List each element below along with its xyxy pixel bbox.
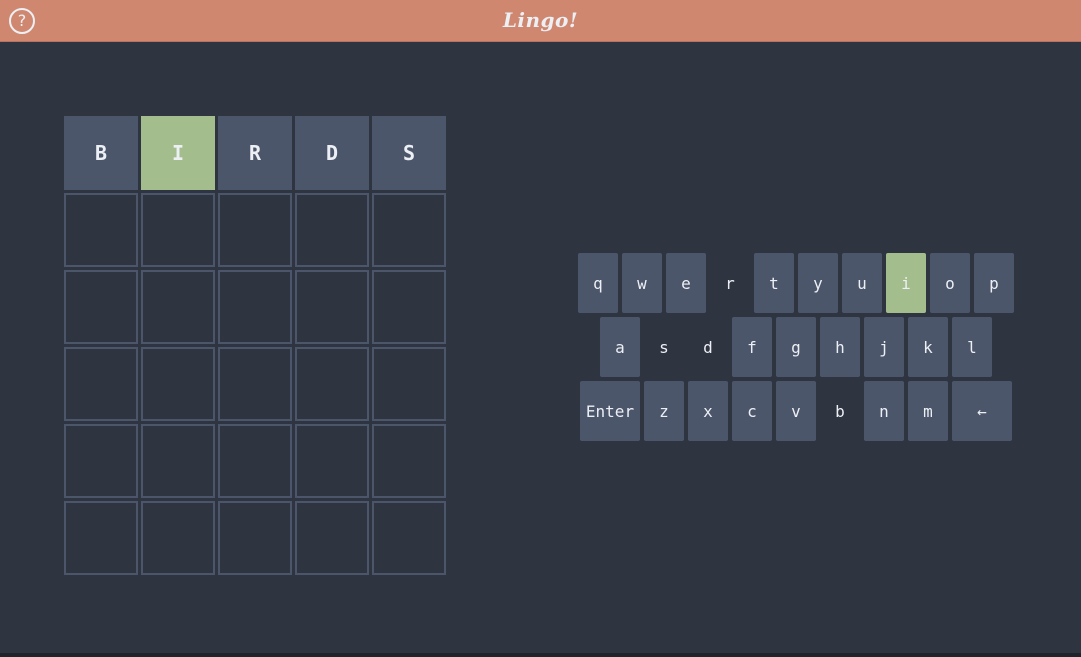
key-m[interactable]: m	[908, 381, 948, 441]
key-s[interactable]: s	[644, 317, 684, 377]
board-tile	[64, 501, 138, 575]
backspace-key[interactable]: ←	[952, 381, 1012, 441]
game-board: BIRDS	[64, 116, 446, 575]
bottom-divider	[0, 653, 1081, 657]
key-h[interactable]: h	[820, 317, 860, 377]
key-v[interactable]: v	[776, 381, 816, 441]
board-tile	[141, 270, 215, 344]
board-tile	[218, 501, 292, 575]
enter-key[interactable]: Enter	[580, 381, 640, 441]
board-tile	[218, 347, 292, 421]
key-p[interactable]: p	[974, 253, 1014, 313]
board-tile	[295, 270, 369, 344]
key-u[interactable]: u	[842, 253, 882, 313]
board-tile: B	[64, 116, 138, 190]
board-tile: I	[141, 116, 215, 190]
board-tile	[372, 270, 446, 344]
board-tile	[218, 270, 292, 344]
board-tile: D	[295, 116, 369, 190]
keyboard-row-1: qwertyuiop	[578, 253, 1014, 313]
key-b[interactable]: b	[820, 381, 860, 441]
board-tile	[64, 193, 138, 267]
board-tile	[295, 501, 369, 575]
key-n[interactable]: n	[864, 381, 904, 441]
board-tile: R	[218, 116, 292, 190]
key-j[interactable]: j	[864, 317, 904, 377]
key-k[interactable]: k	[908, 317, 948, 377]
board-tile	[141, 501, 215, 575]
key-o[interactable]: o	[930, 253, 970, 313]
key-w[interactable]: w	[622, 253, 662, 313]
key-r[interactable]: r	[710, 253, 750, 313]
board-tile	[64, 424, 138, 498]
key-a[interactable]: a	[600, 317, 640, 377]
board-tile	[218, 424, 292, 498]
key-c[interactable]: c	[732, 381, 772, 441]
key-x[interactable]: x	[688, 381, 728, 441]
key-f[interactable]: f	[732, 317, 772, 377]
key-l[interactable]: l	[952, 317, 992, 377]
key-z[interactable]: z	[644, 381, 684, 441]
board-tile	[295, 347, 369, 421]
board-tile	[372, 193, 446, 267]
board-tile	[372, 501, 446, 575]
key-q[interactable]: q	[578, 253, 618, 313]
keyboard-row-2: asdfghjkl	[600, 317, 992, 377]
app-header: ? Lingo!	[0, 0, 1081, 42]
key-d[interactable]: d	[688, 317, 728, 377]
app-title: Lingo!	[502, 8, 579, 32]
board-tile	[141, 347, 215, 421]
board-tile	[372, 424, 446, 498]
key-e[interactable]: e	[666, 253, 706, 313]
board-tile	[141, 193, 215, 267]
board-tile	[64, 347, 138, 421]
key-t[interactable]: t	[754, 253, 794, 313]
board-tile	[295, 424, 369, 498]
key-i[interactable]: i	[886, 253, 926, 313]
board-tile: S	[372, 116, 446, 190]
board-tile	[372, 347, 446, 421]
key-y[interactable]: y	[798, 253, 838, 313]
key-g[interactable]: g	[776, 317, 816, 377]
board-tile	[295, 193, 369, 267]
keyboard-row-3: Enter z x c v b n m ←	[580, 381, 1012, 441]
board-tile	[64, 270, 138, 344]
board-tile	[141, 424, 215, 498]
board-tile	[218, 193, 292, 267]
